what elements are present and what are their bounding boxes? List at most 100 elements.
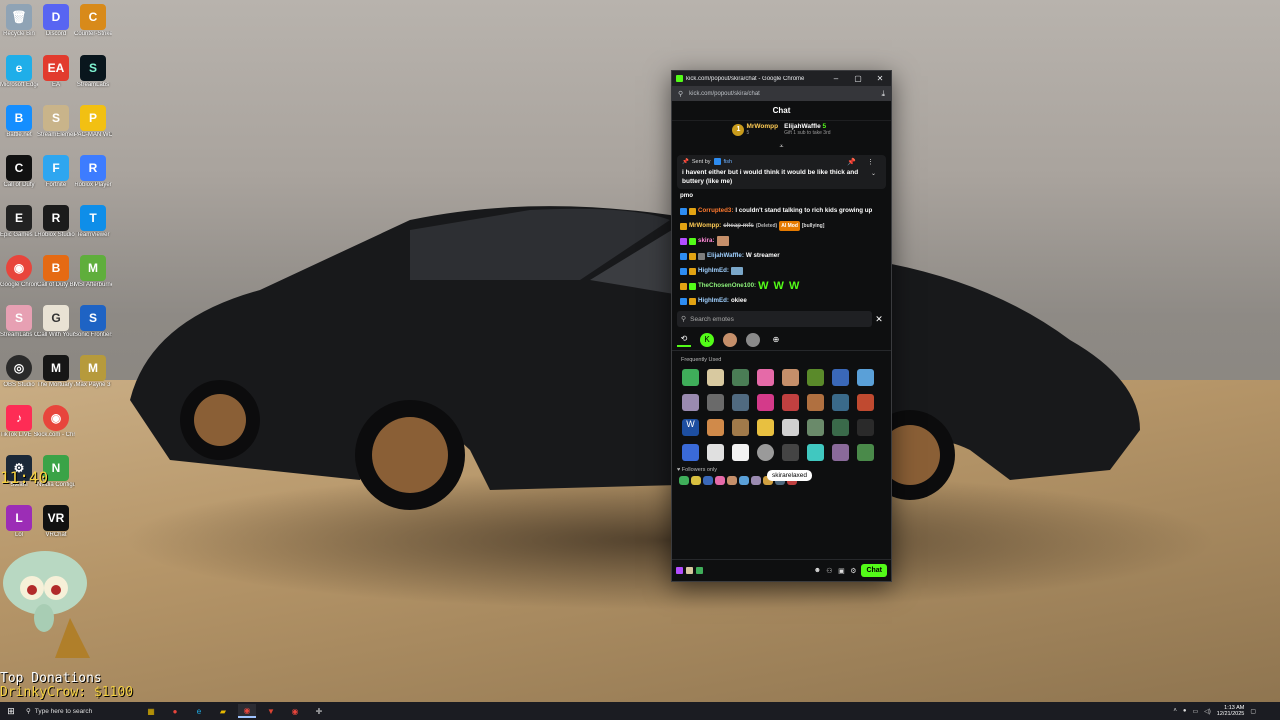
roblox-player-icon[interactable]: R Roblox Player (74, 155, 112, 189)
users-icon[interactable]: ⚇ (825, 567, 833, 575)
kick-chrome-icon[interactable]: ◉kick.com - Chrome (37, 405, 75, 439)
close-emotes-icon[interactable]: ✕ (872, 314, 886, 325)
globe-icon[interactable]: ⊕ (769, 333, 783, 347)
edge-taskbar-icon[interactable]: e (190, 704, 208, 718)
chat-popup-window[interactable]: kick.com/popout/skira/chat - Google Chro… (671, 70, 892, 582)
site-info-icon[interactable]: ⚲ (678, 90, 683, 98)
network-icon[interactable]: ▭ (1193, 708, 1199, 715)
emote-icon[interactable] (732, 419, 749, 436)
call-of-duty-icon[interactable]: C Call of Duty (0, 155, 38, 189)
emote-icon[interactable] (807, 394, 824, 411)
emote-icon[interactable] (857, 369, 874, 386)
emote-icon[interactable] (832, 444, 849, 461)
call-friends-icon[interactable]: GCall With Your Friends (37, 305, 75, 339)
chat-username[interactable]: MrWompp: (689, 221, 721, 231)
minimize-icon[interactable]: – (825, 74, 847, 83)
epic-games-icon[interactable]: EEpic Games Launcher (0, 205, 38, 239)
battlenet-icon[interactable]: B Battle.net (0, 105, 38, 139)
discord-icon[interactable]: D Discord (37, 4, 75, 38)
more-options-icon[interactable]: ⋮ (867, 158, 874, 166)
edge-icon[interactable]: e Microsoft Edge (0, 55, 38, 89)
mic-icon[interactable]: ● (1183, 708, 1187, 714)
vrchat-icon[interactable]: VR VRChat (37, 505, 75, 539)
streamlabs-icon[interactable]: S StreamLabs (74, 55, 112, 89)
emote-icon[interactable] (807, 419, 824, 436)
emote-icon[interactable] (682, 444, 699, 461)
maximize-icon[interactable]: ▢ (847, 74, 869, 83)
google-chrome-icon[interactable]: ◉Google Chrome (0, 255, 38, 289)
emote-icon[interactable] (732, 444, 749, 461)
tray-arrow-icon[interactable]: ˄ (1173, 708, 1177, 714)
gift-icon[interactable]: ▣ (837, 567, 845, 575)
emote-icon[interactable] (707, 369, 724, 386)
emoji-tab-icon[interactable] (746, 332, 760, 347)
emoji-button-icon[interactable]: ☻ (813, 567, 821, 574)
roblox-studio-icon[interactable]: R Roblox Studio (37, 205, 75, 239)
emote-icon[interactable] (732, 394, 749, 411)
emote-icon[interactable] (682, 394, 699, 411)
gifter-2[interactable]: ElijahWaffle 5 Gift 1 sub to take 3rd (784, 123, 830, 136)
emote-icon[interactable] (715, 476, 725, 485)
emote-icon[interactable] (782, 394, 799, 411)
sonic-icon[interactable]: S Sonic Frontiers (74, 305, 112, 339)
emote-icon[interactable] (832, 394, 849, 411)
emote-icon[interactable]: W (682, 419, 699, 436)
windows-start-icon[interactable]: ⊞ (0, 706, 22, 717)
ea-icon[interactable]: EA EA (37, 55, 75, 89)
emote-icon[interactable] (757, 394, 774, 411)
chat-username[interactable]: TheChosenOne100: (698, 281, 756, 291)
chat-username[interactable]: Corrupted3: (698, 206, 733, 216)
mortuary-assistant-icon[interactable]: MThe Mortuary Assistant (37, 355, 75, 389)
emote-icon[interactable] (807, 369, 824, 386)
emote-icon[interactable] (703, 476, 713, 485)
fortnite-icon[interactable]: F Fortnite (37, 155, 75, 189)
emote-icon[interactable] (732, 369, 749, 386)
emote-icon[interactable] (757, 419, 774, 436)
counter-strike-icon[interactable]: CCounter-Strike 2 (74, 4, 112, 38)
emote-icon[interactable] (857, 444, 874, 461)
chrome-taskbar-icon-2[interactable]: ◉ (286, 704, 304, 718)
pacman-icon[interactable]: PPAC-MAN WORLD (74, 105, 112, 139)
recycle-bin-icon[interactable]: 🗑 Recycle Bin (0, 4, 38, 38)
kick-emotes-icon[interactable]: K (700, 332, 714, 347)
emote-icon[interactable] (807, 444, 824, 461)
clock[interactable]: 1:13 AM 12/21/2025 (1217, 705, 1245, 718)
emote-icon[interactable] (857, 419, 874, 436)
chevron-down-icon[interactable]: ⌄ (871, 170, 876, 177)
task-view-icon[interactable]: ▦ (142, 704, 160, 718)
emote-icon[interactable] (739, 476, 749, 485)
emote-icon[interactable] (832, 419, 849, 436)
msi-afterburner-icon[interactable]: M MSI Afterburner (74, 255, 112, 289)
emote-icon[interactable] (707, 419, 724, 436)
chat-username[interactable]: HighImEd: (698, 266, 729, 276)
emote-icon[interactable] (757, 444, 774, 461)
max-payne-icon[interactable]: M Max Payne 3 (74, 355, 112, 389)
tiktok-live-icon[interactable]: ♪TikTok LIVE Studio (0, 405, 38, 439)
pin-icon[interactable]: 📌 (847, 158, 856, 166)
app-plus-icon[interactable]: ✛ (310, 704, 328, 718)
emote-search-input[interactable]: ⚲ Search emotes (677, 311, 872, 327)
emote-icon[interactable] (832, 369, 849, 386)
emote-icon[interactable] (751, 476, 761, 485)
taskbar-search[interactable]: ⚲ Type here to search (22, 703, 132, 719)
emote-icon[interactable] (691, 476, 701, 485)
volume-icon[interactable]: ◁) (1204, 708, 1211, 715)
gifter-1[interactable]: 1 MrWompp 5 (732, 123, 778, 136)
emote-icon[interactable] (679, 476, 689, 485)
window-titlebar[interactable]: kick.com/popout/skira/chat - Google Chro… (672, 71, 891, 86)
chat-input[interactable] (676, 564, 809, 578)
send-chat-button[interactable]: Chat (861, 564, 887, 577)
settings-icon[interactable]: ⚙ (849, 567, 857, 575)
close-icon[interactable]: ✕ (869, 74, 891, 83)
chat-username[interactable]: HighImEd: (698, 296, 729, 306)
emote-icon[interactable] (707, 394, 724, 411)
emote-icon[interactable] (682, 369, 699, 386)
emote-icon[interactable] (757, 369, 774, 386)
obs-studio-icon[interactable]: ◎ OBS Studio (0, 355, 38, 389)
streamelements-icon[interactable]: SStreamElements SE.Live (37, 105, 75, 139)
emote-icon[interactable] (782, 444, 799, 461)
emote-icon[interactable] (727, 476, 737, 485)
url-bar[interactable]: ⚲ kick.com/popout/skira/chat ⤓ (672, 86, 891, 101)
lol-icon[interactable]: L Lol (0, 505, 38, 539)
emote-icon[interactable] (782, 369, 799, 386)
